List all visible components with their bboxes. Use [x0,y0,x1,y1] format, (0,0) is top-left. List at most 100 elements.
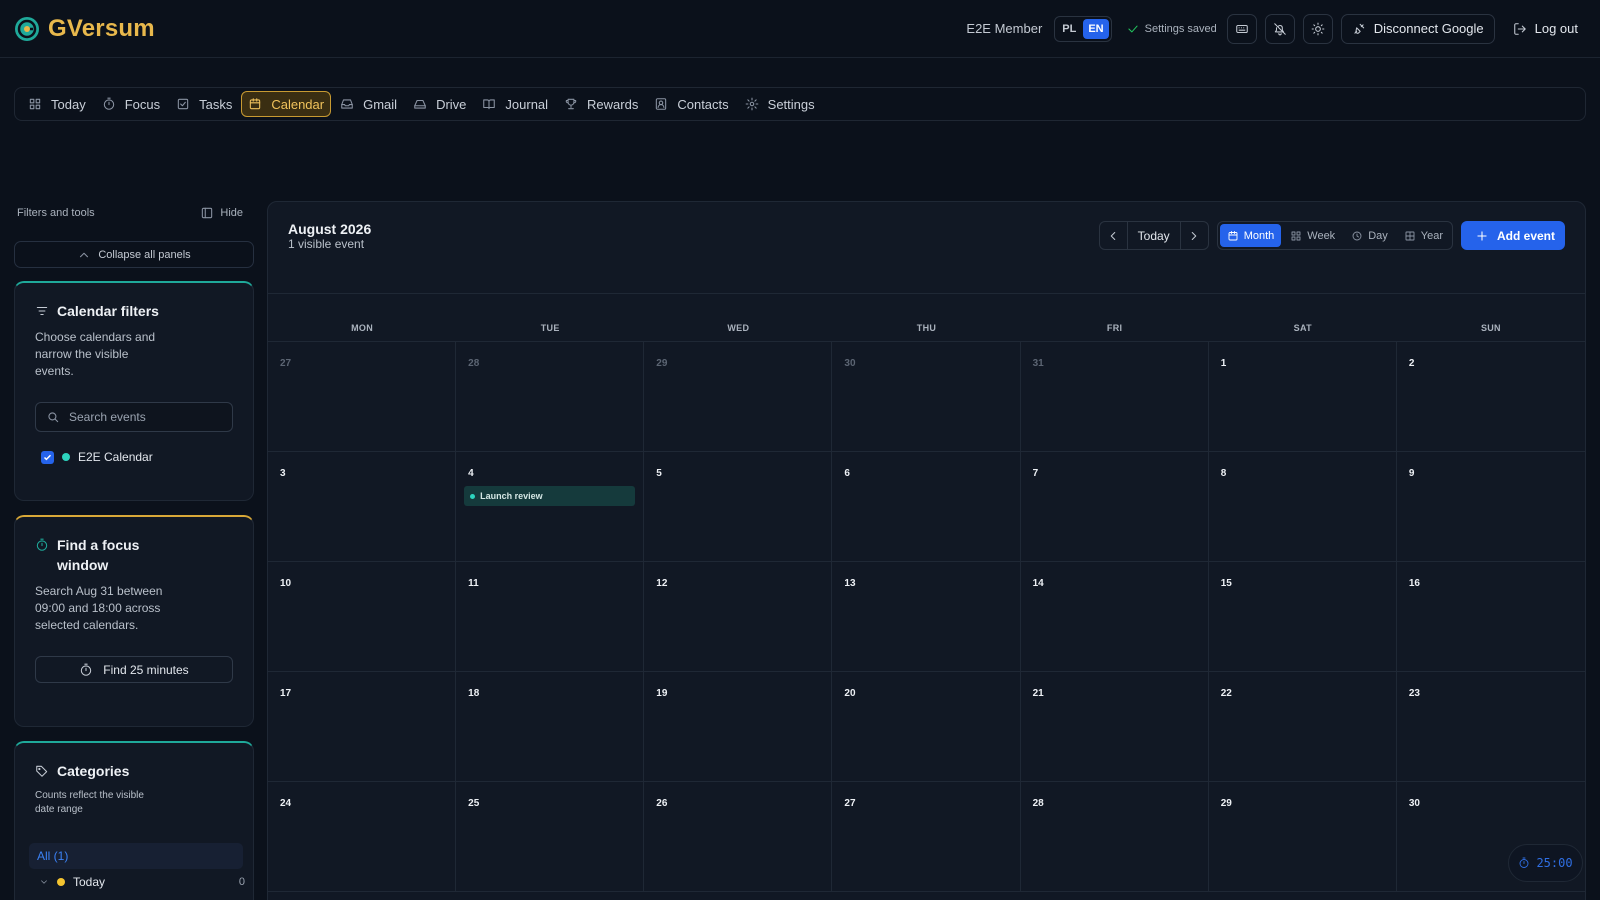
categories-panel: Categories Counts reflect the visible da… [14,741,254,900]
day-cell[interactable]: 24 [268,782,457,892]
day-cell[interactable]: 11 [456,562,645,672]
calendar-name: E2E Calendar [78,450,153,464]
day-cell[interactable]: 15 [1208,562,1397,672]
focus-timer-widget[interactable]: 25:00 [1508,844,1583,882]
day-cell[interactable]: 7 [1020,452,1209,562]
drive-icon [414,99,426,109]
event-chip[interactable]: Launch review [464,486,636,506]
nav-item-journal[interactable]: Journal [475,91,555,117]
focus-window-desc: Search Aug 31 between 09:00 and 18:00 ac… [35,584,163,632]
day-cell[interactable]: 3 [268,452,457,562]
nav-item-today[interactable]: Today [21,91,93,117]
prev-month-button[interactable] [1100,222,1127,249]
day-cell[interactable]: 26 [644,782,833,892]
day-number: 7 [1032,468,1039,479]
view-year-button[interactable]: Year [1397,224,1450,247]
timer-icon [1519,857,1529,868]
day-number: 27 [280,358,292,369]
lang-pl-button[interactable]: PL [1057,19,1081,39]
categories-title: Categories [35,761,233,781]
day-cell[interactable]: 17 [268,672,457,782]
day-cell[interactable]: 8 [1208,452,1397,562]
day-cell[interactable]: 29 [644,342,833,452]
today-button[interactable]: Today [1126,222,1181,249]
nav-item-focus[interactable]: Focus [95,91,167,117]
day-number: 26 [656,798,668,809]
checkbox-icon [177,98,189,110]
day-cell[interactable]: 25 [456,782,645,892]
day-cell[interactable]: 22 [1208,672,1397,782]
calendar-filters-desc: Choose calendars and narrow the visible … [35,330,156,378]
day-cell[interactable]: 20 [832,672,1021,782]
day-cell[interactable]: 2 [1396,342,1585,452]
lang-en-button[interactable]: EN [1083,18,1109,39]
day-cell[interactable]: 14 [1020,562,1209,672]
timer-value: 25:00 [1536,856,1573,870]
notifications-off-button[interactable] [1264,13,1295,44]
nav-item-settings[interactable]: Settings [738,91,822,117]
view-label: Month [1243,229,1275,242]
day-number: 8 [1220,468,1227,479]
day-number: 30 [1408,798,1420,809]
add-event-label: Add event [1496,228,1555,243]
day-cell[interactable]: 16 [1396,562,1585,672]
day-cell[interactable]: 27 [832,782,1021,892]
day-number: 25 [468,798,480,809]
day-cell[interactable]: 19 [644,672,833,782]
date-navigation: Today [1098,221,1209,250]
day-cell[interactable]: 21 [1020,672,1209,782]
nav-label: Gmail [363,96,398,112]
day-cell[interactable]: 13 [832,562,1021,672]
keyboard-shortcuts-button[interactable] [1226,13,1257,44]
day-cell[interactable]: 10 [268,562,457,672]
day-cell[interactable]: 27 [268,342,457,452]
view-label: Day [1368,229,1388,242]
day-cell[interactable]: 28 [456,342,645,452]
nav-item-tasks[interactable]: Tasks [169,91,239,117]
focus-window-title-text: Find a focus window [57,537,140,573]
day-cell[interactable]: 31 [1020,342,1209,452]
table-icon [1405,231,1415,240]
nav-item-contacts[interactable]: Contacts [647,91,735,117]
sidebar-title: Filters and tools [17,207,95,219]
nav-item-rewards[interactable]: Rewards [557,91,645,117]
day-cell[interactable]: 6 [832,452,1021,562]
settings-saved-status: Settings saved [1126,22,1217,36]
day-cell[interactable]: 1 [1208,342,1397,452]
view-month-button[interactable]: Month [1219,224,1282,247]
find-focus-label: Find 25 minutes [103,662,189,677]
view-day-button[interactable]: Day [1344,224,1395,247]
day-cell[interactable]: 9 [1396,452,1585,562]
logout-button[interactable]: Log out [1503,21,1586,36]
nav-item-drive[interactable]: Drive [406,91,473,117]
view-label: Week [1307,229,1336,242]
day-cell[interactable]: 4 Launch review [456,452,645,562]
theme-toggle-button[interactable] [1302,13,1333,44]
disconnect-google-button[interactable]: Disconnect Google [1340,13,1495,44]
hide-sidebar-button[interactable]: Hide [200,206,243,220]
category-item-today[interactable]: Today 0 [39,875,245,889]
nav-item-gmail[interactable]: Gmail [333,91,404,117]
find-focus-button[interactable]: Find 25 minutes [35,656,233,683]
brand[interactable]: GVersum [14,15,155,43]
category-all[interactable]: All (1) [29,843,243,869]
day-cell[interactable]: 5 [644,452,833,562]
settings-saved-label: Settings saved [1144,22,1217,35]
collapse-all-panels-button[interactable]: Collapse all panels [14,241,254,268]
nav-item-calendar[interactable]: Calendar [241,91,332,117]
day-cell[interactable]: 18 [456,672,645,782]
view-week-button[interactable]: Week [1283,224,1342,247]
day-cell[interactable]: 30 [832,342,1021,452]
focus-window-title: Find a focus window [35,535,233,575]
calendar-checkbox[interactable] [41,450,54,464]
day-cell[interactable]: 29 [1208,782,1397,892]
day-number: 11 [468,578,479,589]
calendar-toolbar: August 2026 1 visible event Today Month [268,202,1585,294]
day-cell[interactable]: 28 [1020,782,1209,892]
day-cell[interactable]: 23 [1396,672,1585,782]
next-month-button[interactable] [1181,222,1208,249]
add-event-button[interactable]: Add event [1460,221,1565,250]
search-events-input[interactable]: Search events [35,402,233,432]
day-cell[interactable]: 12 [644,562,833,672]
gear-icon [745,97,759,111]
